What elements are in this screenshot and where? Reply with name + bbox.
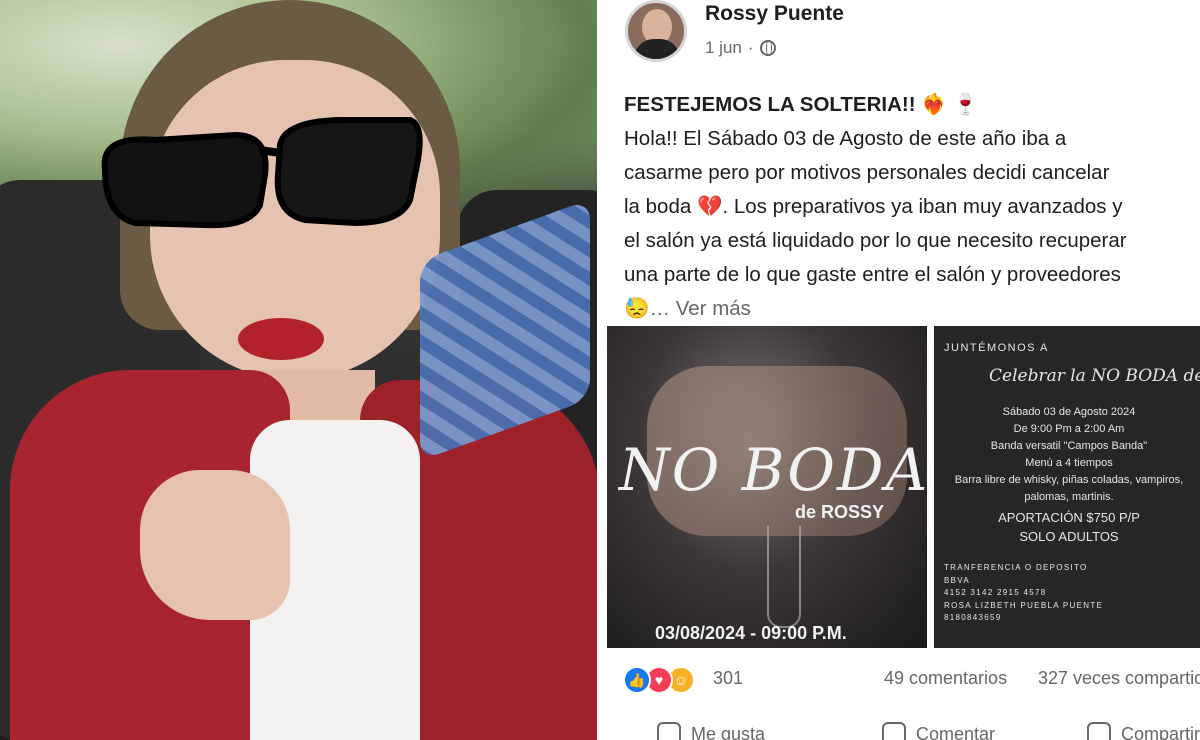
no-boda-title: NO BODA xyxy=(619,436,927,504)
invitation-detail: Banda versatil "Campos Banda" xyxy=(990,440,1148,452)
invitation-head: JUNTÉMONOS A xyxy=(944,342,1049,354)
invitation-image[interactable]: JUNTÉMONOS A Celebrar la NO BODA de Ross… xyxy=(934,326,1200,648)
invitation-details: Sábado 03 de Agosto 2024 De 9:00 Pm a 2:… xyxy=(934,404,1200,506)
facebook-post: Rossy Puente 1 jun · FESTEJEMOS LA SOLTE… xyxy=(597,0,1200,740)
no-boda-subtitle: de ROSSY xyxy=(795,502,885,522)
post-line: la boda 💔. Los preparativos ya iban muy … xyxy=(624,195,1123,218)
invitation-detail: Menú a 4 tiempos xyxy=(1025,457,1113,469)
post-line: casarme pero por motivos personales deci… xyxy=(624,161,1110,184)
lips xyxy=(238,318,324,360)
globe-icon xyxy=(759,40,776,56)
post-line: Hola!! El Sábado 03 de Agosto de este añ… xyxy=(624,127,1067,150)
post-line: el salón ya está liquidado por lo que ne… xyxy=(624,229,1127,252)
author-name[interactable]: Rossy Puente xyxy=(705,2,844,26)
share-label: Compartir xyxy=(1121,723,1200,740)
aportacion: APORTACIÓN $750 P/P xyxy=(998,510,1140,525)
bank-line: BBVA xyxy=(944,575,970,585)
like-icon: 👍 xyxy=(623,666,651,694)
invitation-price: APORTACIÓN $750 P/P SOLO ADULTOS xyxy=(934,508,1200,546)
invitation-detail: palomas, martinis. xyxy=(1024,491,1114,503)
post-last-line: 😓… Ver más xyxy=(624,292,1200,326)
comment-label: Comentar xyxy=(916,723,996,740)
meta-separator: · xyxy=(747,38,754,57)
invitation-detail: De 9:00 Pm a 2:00 Am xyxy=(1013,423,1125,435)
reaction-icons[interactable]: 👍 ♥ ☺ xyxy=(623,666,695,694)
post-line: una parte de lo que gaste entre el salón… xyxy=(624,263,1121,286)
see-more-link[interactable]: … Ver más xyxy=(650,297,751,320)
avatar[interactable] xyxy=(625,0,687,62)
invitation-title: Celebrar la NO BODA de Rossy xyxy=(989,366,1200,386)
like-label: Me gusta xyxy=(691,723,766,740)
post-headline-line: FESTEJEMOS LA SOLTERIA!! ❤️‍🔥 🍷 xyxy=(624,88,1200,122)
sunglasses xyxy=(101,117,423,229)
like-button[interactable]: Me gusta xyxy=(657,722,765,740)
hand xyxy=(140,470,290,620)
bank-line: 4152 3142 2915 4578 xyxy=(944,588,1047,597)
action-bar: Me gusta Comentar Compartir xyxy=(597,722,1200,740)
headline-emoji: ❤️‍🔥 🍷 xyxy=(921,93,979,116)
post-meta: 1 jun · xyxy=(705,38,776,58)
invitation-detail: Barra libre de whisky, piñas coladas, va… xyxy=(954,474,1184,486)
avatar-body xyxy=(634,39,680,59)
reaction-count[interactable]: 301 xyxy=(713,668,743,689)
shares-count[interactable]: 327 veces compartido xyxy=(1038,668,1200,689)
bank-line: 8180843659 xyxy=(944,613,1002,622)
thumbs-up-icon xyxy=(657,722,681,740)
selfie-photo xyxy=(0,0,597,740)
comment-button[interactable]: Comentar xyxy=(882,722,995,740)
comment-icon xyxy=(882,722,906,740)
post-headline: FESTEJEMOS LA SOLTERIA!! xyxy=(624,93,916,116)
no-boda-image[interactable]: NO BODA de ROSSY 03/08/2024 - 09:00 P.M. xyxy=(607,326,927,648)
invitation-detail: Sábado 03 de Agosto 2024 xyxy=(1002,406,1136,418)
sad-emoji: 😓 xyxy=(624,297,650,320)
solo-adultos: SOLO ADULTOS xyxy=(1019,529,1119,544)
share-icon xyxy=(1087,722,1111,740)
bank-line: ROSA LIZBETH PUEBLA PUENTE xyxy=(944,600,1104,610)
post-text: FESTEJEMOS LA SOLTERIA!! ❤️‍🔥 🍷 Hola!! E… xyxy=(624,88,1200,326)
no-boda-date: 03/08/2024 - 09:00 P.M. xyxy=(655,623,847,643)
bank-info: TRANFERENCIA O DEPOSITO BBVA 4152 3142 2… xyxy=(944,562,1103,625)
bank-line: TRANFERENCIA O DEPOSITO xyxy=(944,563,1088,572)
share-button[interactable]: Compartir xyxy=(1087,722,1200,740)
wine-glass xyxy=(767,526,801,628)
post-date[interactable]: 1 jun xyxy=(705,38,742,58)
comments-count[interactable]: 49 comentarios xyxy=(884,668,1007,689)
